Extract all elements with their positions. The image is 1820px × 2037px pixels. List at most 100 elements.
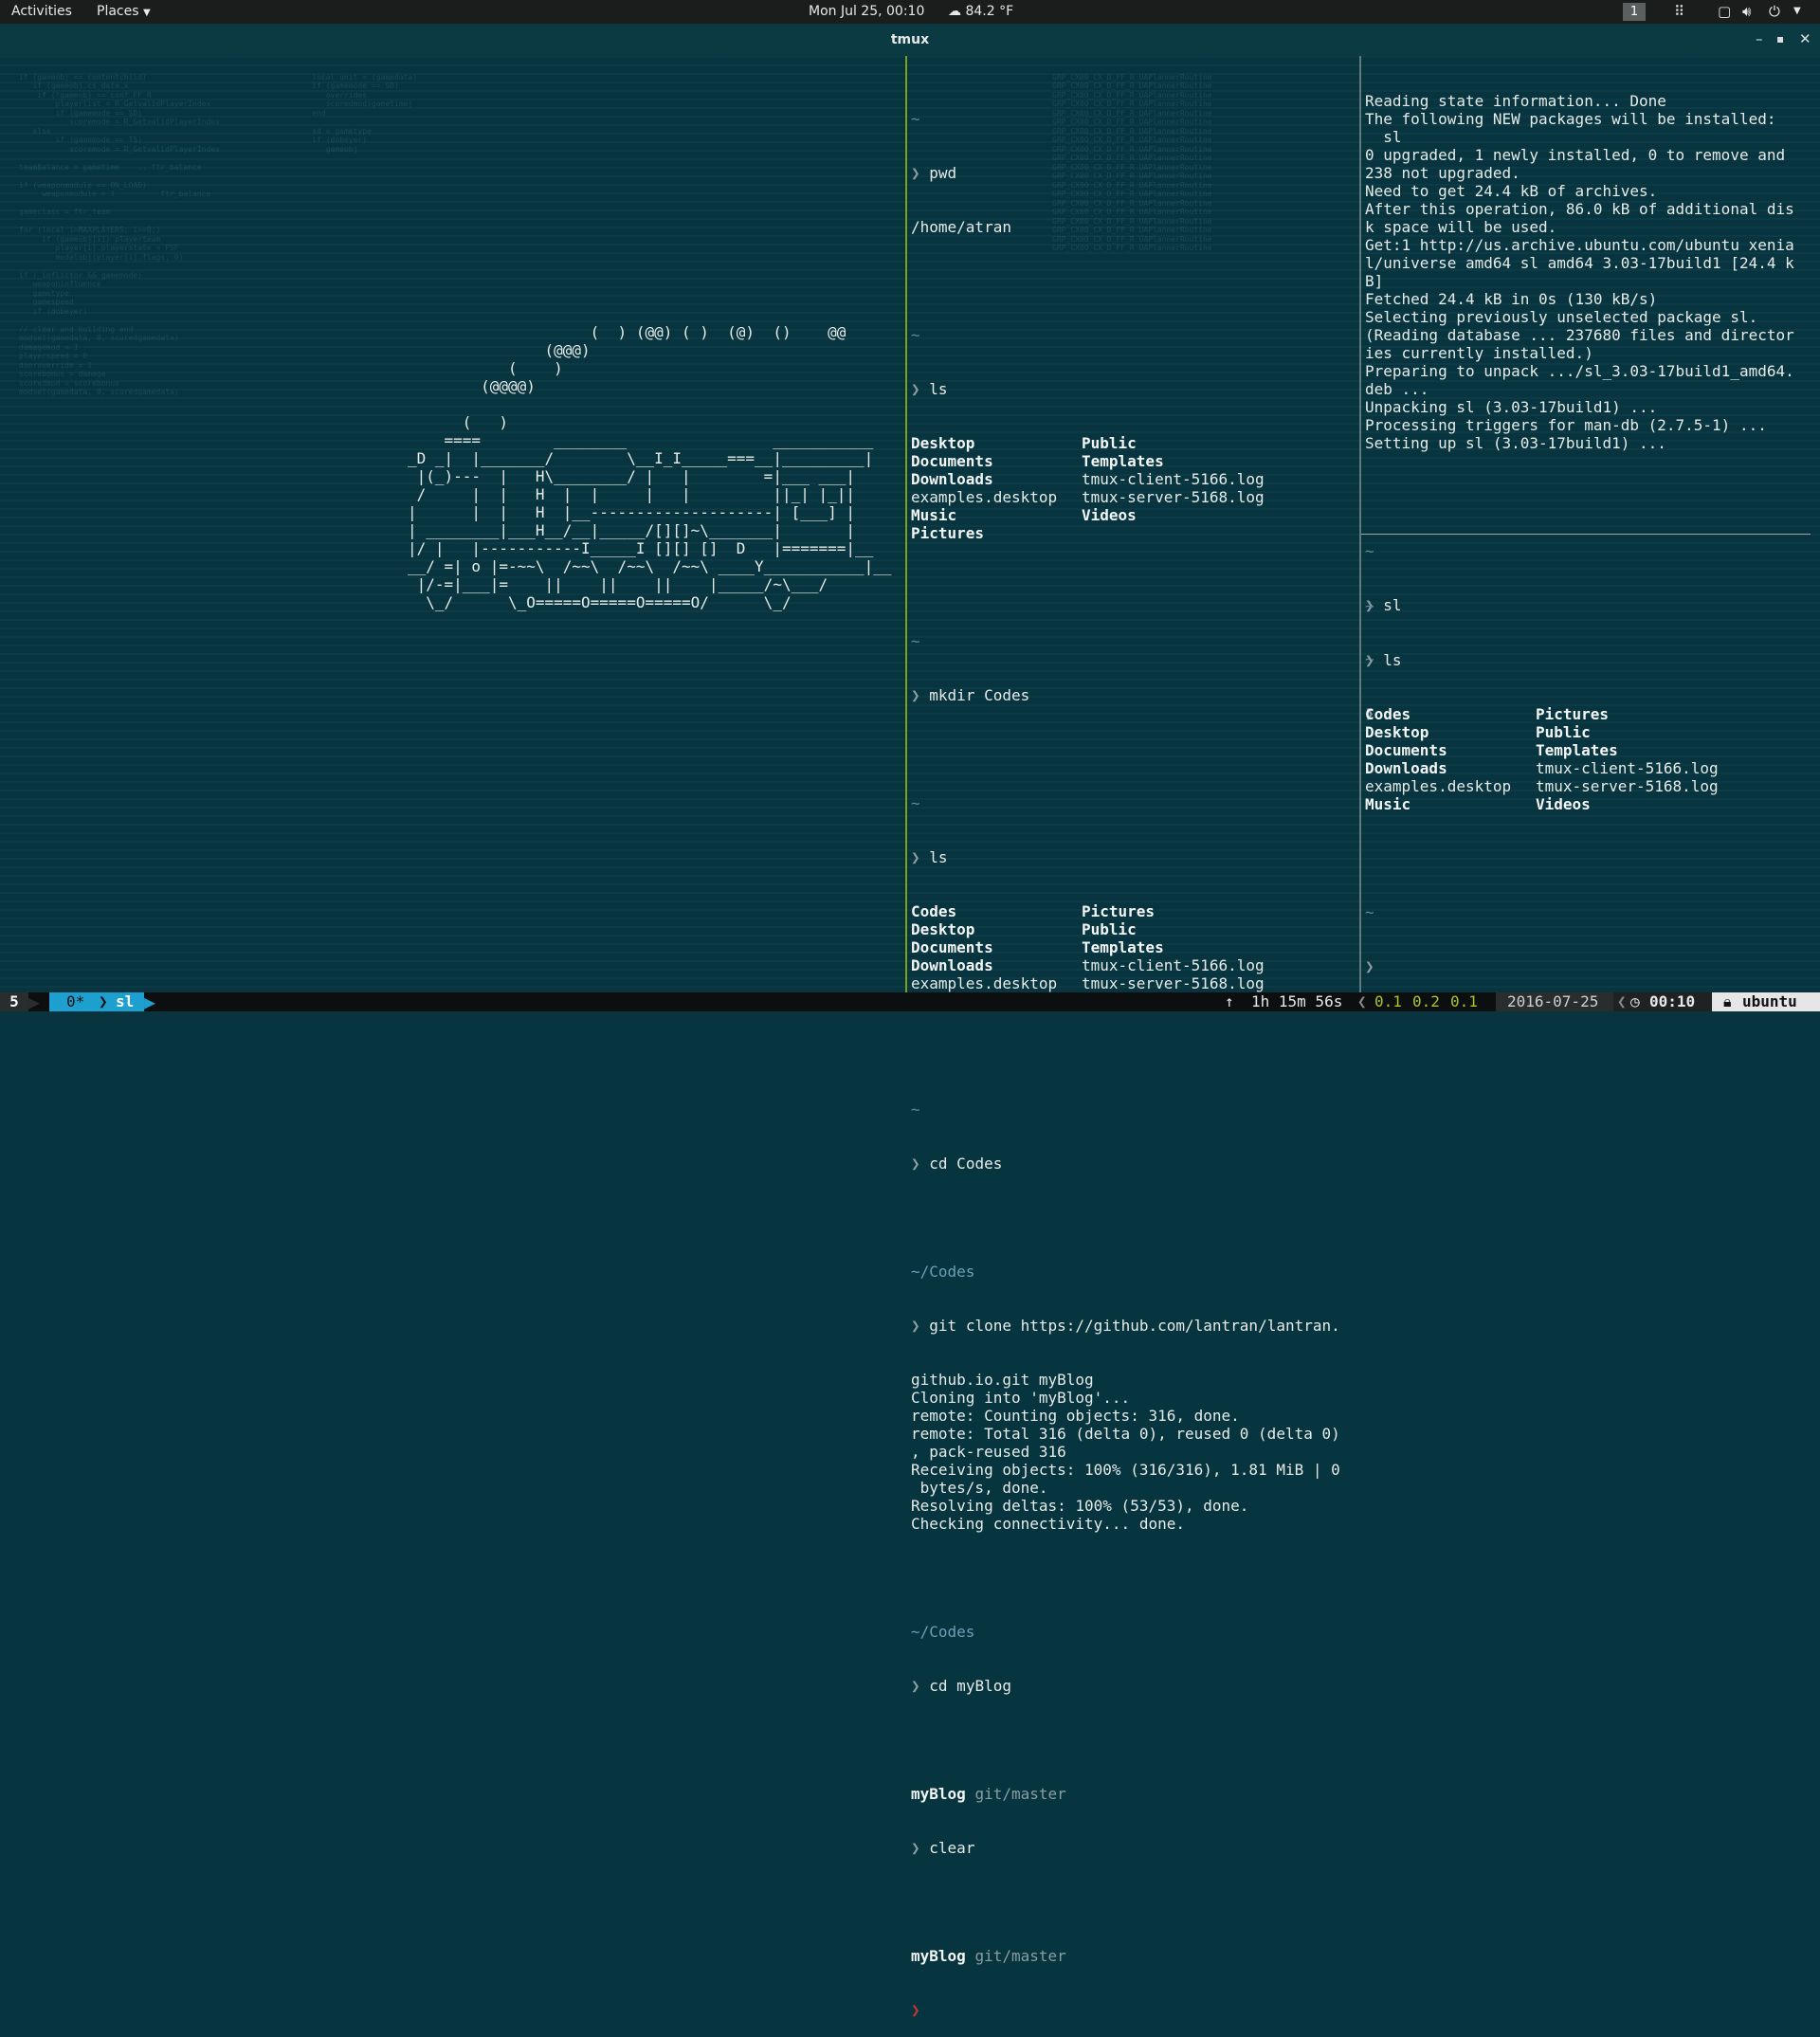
prompt-dir: ~	[911, 632, 920, 650]
output-line: deb ...	[1365, 380, 1429, 398]
tmux-status-bar: 5 ▶ 0* ❯ sl ▶ ↑ 1h 15m 56s ❮ 0.1 0.2 0.1…	[0, 992, 1820, 1011]
ls-row: Downloads tmux-client-5166.log	[911, 470, 1356, 488]
session-index[interactable]: 5	[0, 992, 28, 1011]
output-line: /home/atran	[911, 218, 1011, 236]
train-line: |(_)--- | H\________/ | | =|___ ___|	[408, 467, 856, 485]
load-2: 0.2	[1412, 992, 1440, 1010]
output-line: Get:1 http://us.archive.ubuntu.com/ubunt…	[1365, 236, 1794, 254]
file-entry: tmux-client-5166.log	[1082, 956, 1265, 974]
train-line: |/-=|___|= || || || |_____/~\___/	[408, 575, 828, 593]
chevron-left-icon: ❮	[1357, 992, 1367, 1010]
prompt-char: ❯	[911, 1839, 920, 1857]
train-line: ( )	[408, 413, 508, 431]
file-entry: tmux-client-5166.log	[1082, 470, 1265, 488]
directory-entry: Music	[1365, 795, 1411, 813]
prompt-dir: ~/Codes	[911, 1623, 975, 1641]
directory-entry: Downloads	[911, 470, 993, 488]
window-index: 0*	[66, 992, 85, 1010]
prompt-char: ❯	[911, 380, 920, 398]
command: mkdir Codes	[929, 686, 1030, 704]
load-3: 0.1	[1450, 992, 1478, 1010]
prompt-char: ❯	[911, 1677, 920, 1695]
directory-entry: Music	[911, 506, 957, 524]
train-line: (@@@)	[408, 341, 591, 359]
prompt-dir: ~	[911, 110, 920, 128]
command: pwd	[929, 164, 957, 182]
window-icon[interactable]: ▢	[1718, 3, 1731, 20]
output-line: Preparing to unpack .../sl_3.03-17build1…	[1365, 362, 1794, 380]
directory-entry: Public	[1082, 920, 1137, 938]
prompt-char[interactable]: ❯	[911, 2001, 920, 2019]
minimize-icon[interactable]: –	[1756, 30, 1763, 47]
apps-grid-icon[interactable]: ⠿	[1674, 3, 1684, 20]
file-entry: tmux-server-5168.log	[1082, 488, 1265, 506]
output-line: sl	[1365, 128, 1402, 146]
apt-output: Reading state information... Done The fol…	[1365, 92, 1811, 452]
file-entry: tmux-client-5166.log	[1536, 759, 1719, 777]
weather-indicator[interactable]: ☁ 84.2 °F	[948, 4, 1013, 19]
output-line: B]	[1365, 272, 1384, 290]
train-line: __/ =| o |=-~~\ /~~\ /~~\ /~~\ ____Y____…	[408, 557, 892, 575]
close-icon[interactable]: ✕	[1799, 30, 1811, 47]
command: ls	[929, 848, 948, 866]
ls-row: Pictures	[911, 524, 1356, 542]
chevron-down-icon[interactable]: ▼	[1793, 6, 1801, 16]
ls-row: Codes Pictures	[911, 902, 1356, 920]
ls-row: Documents Templates	[1365, 741, 1811, 759]
pane-divider[interactable]	[1359, 56, 1361, 992]
prompt-dir: ~	[911, 1100, 920, 1119]
directory-entry: Videos	[1536, 795, 1591, 813]
git-branch: git/master	[974, 1785, 1066, 1803]
volume-icon[interactable]: 🔊︎	[1742, 3, 1751, 20]
command: clear	[929, 1839, 975, 1857]
output-line: Reading state information... Done	[1365, 92, 1666, 110]
ls-row: examples.desktop tmux-server-5168.log	[911, 974, 1356, 992]
clock[interactable]: Mon Jul 25, 00:10	[809, 4, 924, 19]
output-line: Fetched 24.4 kB in 0s (130 kB/s)	[1365, 290, 1658, 308]
load-1: 0.1	[1374, 992, 1402, 1010]
window-titlebar: tmux – ▪ ✕	[0, 24, 1820, 57]
window-title: tmux	[890, 32, 930, 47]
train-line: ( )	[408, 359, 563, 377]
places-menu[interactable]: Places ▼	[97, 4, 151, 19]
directory-entry: Templates	[1082, 452, 1164, 470]
command: cd Codes	[929, 1155, 1003, 1173]
middle-pane[interactable]: ~ ❯ pwd /home/atran ~ ❯ ls Desktop Public…	[911, 74, 1356, 2037]
maximize-icon[interactable]: ▪	[1776, 32, 1784, 45]
lock-icon: 🔒︎	[1723, 992, 1732, 1010]
directory-entry: Templates	[1082, 938, 1164, 956]
output-line: github.io.git myBlog	[911, 1371, 1094, 1389]
ls-row: Codes Pictures	[1365, 705, 1811, 723]
pane-divider-active[interactable]	[905, 56, 907, 992]
workspace-indicator[interactable]: 1	[1623, 3, 1646, 21]
prompt-char[interactable]: ❯	[1365, 957, 1374, 975]
directory-entry: Codes	[911, 902, 957, 920]
ls-row: Documents Templates	[911, 938, 1356, 956]
output-line: (Reading database ... 237680 files and d…	[1365, 326, 1794, 344]
directory-entry: Documents	[1365, 741, 1447, 759]
output-line: 0 upgraded, 1 newly installed, 0 to remo…	[1365, 146, 1786, 164]
repo-name: myBlog	[911, 1947, 966, 1965]
output-line: , pack-reused 316	[911, 1443, 1066, 1461]
activities-button[interactable]: Activities	[11, 4, 72, 19]
repo-name: myBlog	[911, 1785, 966, 1803]
prompt-char: ❯	[911, 848, 920, 866]
output-line: 238 not upgraded.	[1365, 164, 1520, 182]
output-line: Selecting previously unselected package …	[1365, 308, 1758, 326]
right-bottom-pane[interactable]: ~ ❯ ls Codes Pictures Desktop Public Documen…	[1365, 561, 1811, 993]
directory-entry: Pictures	[1536, 705, 1610, 723]
prompt-char: ❯	[911, 686, 920, 704]
power-icon[interactable]: ⏻	[1769, 3, 1780, 20]
train-line: |/ | |-----------I_____I [][] [] D |====…	[408, 539, 874, 557]
top-bar: Activities Places ▼ Mon Jul 25, 00:10 ☁ …	[0, 0, 1820, 24]
train-line: | | | H |__--------------------| [___] |	[408, 503, 856, 521]
train-line: _D _| |_______/ \__I_I_____===__|_______…	[408, 449, 874, 467]
directory-entry: Documents	[911, 452, 993, 470]
output-line: After this operation, 86.0 kB of additio…	[1365, 200, 1794, 218]
window-name: sl	[116, 992, 135, 1010]
prompt-char: ❯	[1365, 651, 1374, 669]
prompt-dir: ~	[911, 326, 920, 344]
output-line: l/universe amd64 sl amd64 3.03-17build1 …	[1365, 254, 1794, 272]
directory-entry: Public	[1082, 434, 1137, 452]
file-entry: tmux-server-5168.log	[1082, 974, 1265, 992]
